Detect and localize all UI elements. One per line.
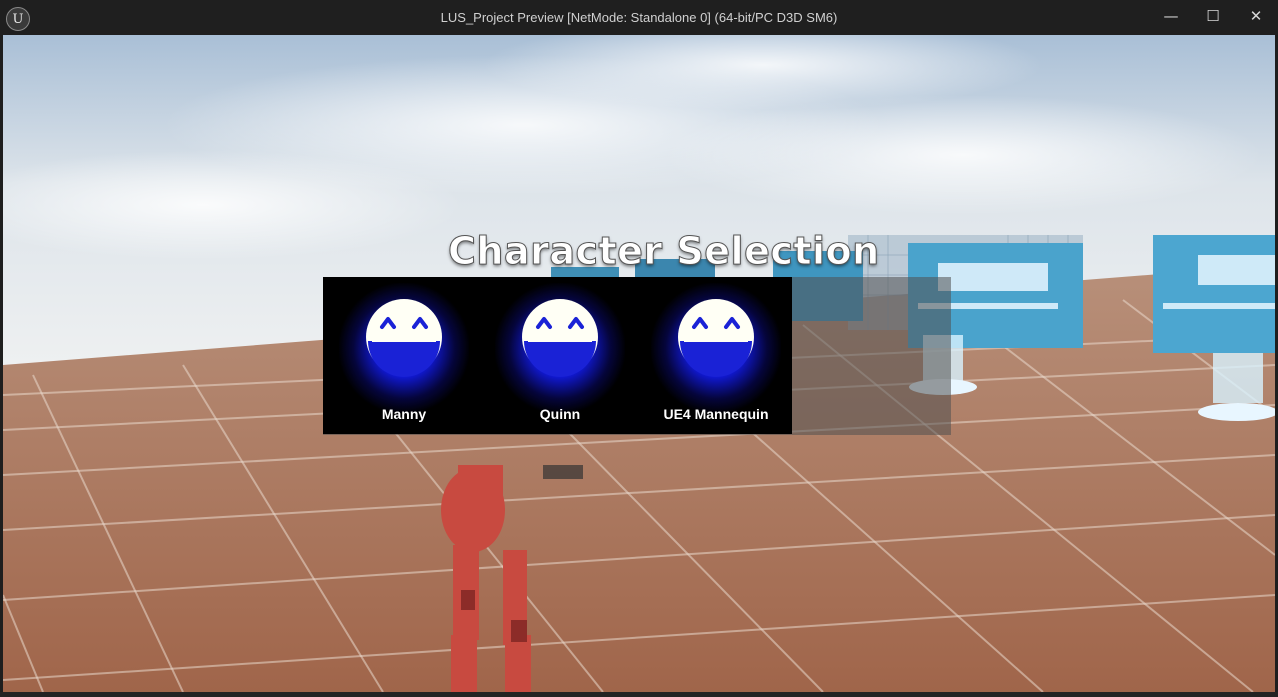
character-name-label: UE4 Mannequin	[663, 406, 769, 422]
character-selection-panel: Manny Quinn UE4 Mannequin	[323, 277, 792, 434]
laughing-face-icon	[522, 299, 598, 377]
character-name-label: Quinn	[539, 406, 581, 422]
maximize-button[interactable]: ☐	[1192, 0, 1234, 32]
laughing-face-icon	[678, 299, 754, 377]
window-title: LUS_Project Preview [NetMode: Standalone…	[440, 10, 838, 25]
laughing-face-icon	[366, 299, 442, 377]
game-window: U LUS_Project Preview [NetMode: Standalo…	[0, 0, 1278, 697]
title-bar[interactable]: U LUS_Project Preview [NetMode: Standalo…	[0, 0, 1278, 35]
character-card-ue4-mannequin[interactable]: UE4 Mannequin	[638, 277, 794, 434]
window-bottom-border	[0, 692, 1278, 697]
character-selection-title: Character Selection	[448, 229, 880, 274]
character-card-quinn[interactable]: Quinn	[482, 277, 638, 434]
character-card-manny[interactable]: Manny	[326, 277, 482, 434]
character-name-label: Manny	[381, 406, 427, 422]
minimize-button[interactable]: —	[1150, 0, 1192, 32]
close-button[interactable]: ✕	[1235, 0, 1277, 32]
